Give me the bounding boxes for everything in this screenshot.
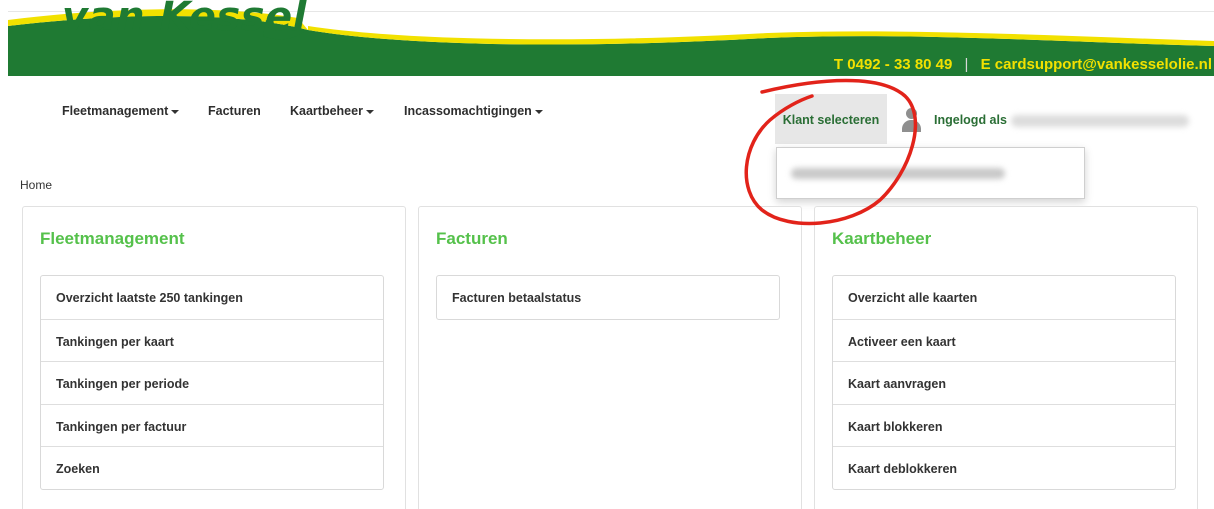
panel-kaartbeheer: Kaartbeheer Overzicht alle kaarten Activ… (814, 206, 1198, 509)
list-item[interactable]: Kaart aanvragen (833, 361, 1175, 404)
redacted-username (1010, 114, 1189, 127)
phone-prefix: T (833, 56, 844, 73)
panel-list: Facturen betaalstatus (436, 275, 780, 320)
ingelogd-label: Ingelogd als (934, 113, 1007, 127)
page: van Kessel T 0492 - 33 80 49 | E cardsup… (0, 0, 1214, 509)
redacted-customer-option[interactable] (791, 168, 1005, 179)
list-item[interactable]: Zoeken (41, 446, 383, 489)
caret-down-icon (365, 109, 374, 114)
panel-fleetmanagement: Fleetmanagement Overzicht laatste 250 ta… (22, 206, 406, 509)
list-item[interactable]: Tankingen per periode (41, 361, 383, 404)
panel-title: Fleetmanagement (40, 229, 185, 248)
list-item[interactable]: Kaart deblokkeren (833, 446, 1175, 489)
nav-facturen[interactable]: Facturen (208, 104, 261, 118)
klant-selecteren-button[interactable]: Klant selecteren (775, 94, 887, 144)
panel-title: Kaartbeheer (832, 229, 932, 248)
list-item[interactable]: Overzicht alle kaarten (833, 276, 1175, 319)
caret-down-icon (171, 109, 180, 114)
caret-down-icon (534, 109, 543, 114)
list-item[interactable]: Activeer een kaart (833, 318, 1175, 362)
panel-facturen: Facturen Facturen betaalstatus (418, 206, 802, 509)
list-item[interactable]: Tankingen per kaart (41, 318, 383, 362)
contact-separator: | (964, 56, 969, 73)
list-item[interactable]: Tankingen per factuur (41, 403, 383, 447)
nav-incassomachtigingen[interactable]: Incassomachtigingen (404, 104, 543, 118)
nav-kaartbeheer[interactable]: Kaartbeheer (290, 104, 374, 118)
panel-list: Overzicht alle kaarten Activeer een kaar… (832, 275, 1176, 490)
email-prefix: E (980, 56, 991, 73)
header-banner: van Kessel T 0492 - 33 80 49 | E cardsup… (8, 0, 1214, 76)
nav-label: Fleetmanagement (62, 104, 169, 118)
list-item[interactable]: Overzicht laatste 250 tankingen (41, 276, 383, 319)
nav-label: Kaartbeheer (290, 104, 363, 118)
panel-list: Overzicht laatste 250 tankingen Tankinge… (40, 275, 384, 490)
list-item[interactable]: Kaart blokkeren (833, 403, 1175, 447)
email-link[interactable]: cardsupport@vankesselolie.nl (995, 56, 1212, 73)
klant-dropdown-menu (776, 147, 1085, 199)
nav-label: Facturen (208, 104, 261, 118)
user-icon (902, 108, 921, 132)
logged-in-user[interactable]: Ingelogd als (934, 113, 1189, 127)
nav-label: Incassomachtigingen (404, 104, 532, 118)
panel-title: Facturen (436, 229, 508, 248)
main-nav: Fleetmanagement Facturen Kaartbeheer Inc… (0, 94, 1214, 154)
phone-number: 0492 - 33 80 49 (847, 56, 953, 73)
list-item[interactable]: Facturen betaalstatus (437, 276, 779, 319)
contact-info: T 0492 - 33 80 49 | E cardsupport@vankes… (834, 56, 1212, 73)
breadcrumb[interactable]: Home (20, 178, 52, 192)
nav-fleetmanagement[interactable]: Fleetmanagement (62, 104, 180, 118)
logo[interactable]: van Kessel (62, 0, 307, 40)
